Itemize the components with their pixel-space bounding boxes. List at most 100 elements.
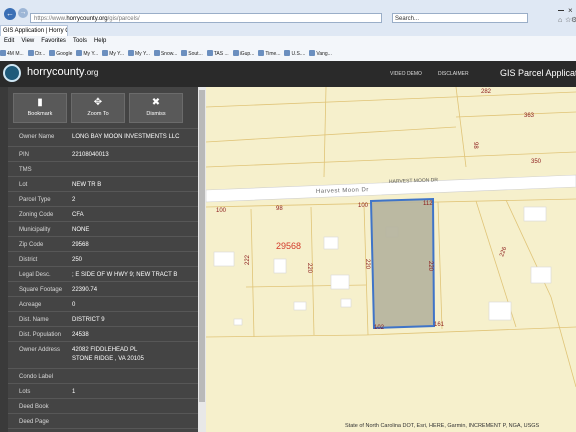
parcel-number-label: 350 [531,159,542,165]
parcel-number-label: 220 [364,259,370,270]
attribute-row: Zoning Code CFA [8,206,198,221]
favorite-item[interactable]: U.S.... [284,47,305,61]
map-attribution: State of North Carolina DOT, Esri, HERE,… [345,423,540,429]
attribute-row: Dist. Population 24538 [8,326,198,341]
attribute-key: Deed Book [19,404,49,410]
parcel-number-label: 102 [374,325,385,331]
parcel-number-label: 100 [358,203,369,209]
menu-bar: Edit View Favorites Tools Help [0,36,576,47]
attribute-row: PIN 22108040013 [8,146,198,161]
favorite-item[interactable]: Time... [258,47,280,61]
home-icon: ⌂ [558,17,562,24]
dismiss-button[interactable]: ✖ Dismiss [129,93,183,123]
zoom-to-label: Zoom To [87,111,109,117]
parcel-number-label: 98 [276,206,283,212]
attribute-row: Condo Label [8,368,198,383]
site-logo-text[interactable]: horrycounty.org [27,66,98,78]
attribute-row: Dist. Name DISTRICT 9 [8,311,198,326]
favorite-item[interactable]: Vang... [309,47,332,61]
attribute-key: Zip Code [19,242,44,248]
left-tool-strip [0,87,8,432]
disclaimer-link[interactable]: DISCLAIMER [438,71,469,77]
parcel-map[interactable]: Harvest Moon Dr HARVEST MOON DR 29568 28… [206,87,576,432]
attribute-row: Deed Page [8,413,198,428]
settings-gear-icon: ⚙ [571,16,576,24]
move-icon: ✥ [93,97,103,108]
attribute-value: 22108040013 [72,152,109,158]
attribute-key: Acreage [19,302,42,308]
selected-parcel [369,197,436,330]
attribute-row: Owner Name LONG BAY MOON INVESTMENTS LLC [8,128,198,146]
menu-favorites[interactable]: Favorites [41,38,66,44]
favorite-item[interactable]: Google [49,47,72,61]
url-path: /gis/parcels/ [107,16,140,22]
browser-search-input[interactable]: Search... [392,13,528,23]
favorite-item[interactable]: TAS ... [206,47,229,61]
attribute-table: Owner Name LONG BAY MOON INVESTMENTS LLC P… [8,128,198,432]
menu-view[interactable]: View [21,38,34,44]
favorite-item[interactable]: My Y... [76,47,98,61]
menu-edit[interactable]: Edit [4,38,14,44]
favorite-item[interactable]: Sout... [181,47,203,61]
attribute-value: 1 [72,389,76,395]
favorite-item[interactable]: iGup... [232,47,254,61]
parcel-number-label: 220 [306,263,312,274]
panel-scrollbar-thumb[interactable] [199,90,205,402]
favorite-item[interactable]: Ctr... [27,47,45,61]
favorite-item[interactable]: My Y... [102,47,124,61]
attribute-key: Condo Label [19,374,54,380]
parcel-number-label: 363 [524,113,535,119]
attribute-row: Municipality NONE [8,221,198,236]
menu-help[interactable]: Help [94,38,106,44]
attribute-row: Square Footage 22390.74 [8,281,198,296]
bookmark-label: Bookmark [27,111,53,117]
attribute-key: Square Footage [19,287,63,293]
attribute-value: NONE [72,227,90,233]
attribute-key: Owner Name [19,134,55,140]
attribute-value: ; E SIDE OF W HWY 9; NEW TRACT B [72,272,178,278]
logo-name: horrycounty [27,66,85,78]
attribute-value: CFA [72,212,84,218]
attribute-row: Deed Book [8,398,198,413]
app-title: GIS Parcel Application [500,68,576,78]
attribute-key: TMS [19,167,32,173]
attribute-row: TMS [8,161,198,176]
parcel-number-label: 100 [216,208,227,214]
tab-gis-application[interactable]: GIS Application | Horry Cou... [0,25,68,36]
attribute-row: District 250 [8,251,198,266]
forward-arrow-icon[interactable]: → [18,8,28,18]
attribute-row: Legal Desc. ; E SIDE OF W HWY 9; NEW TRAC… [8,266,198,281]
attribute-value: 250 [72,257,83,263]
url-field[interactable]: https://www.horrycounty.org/gis/parcels/ [30,13,382,23]
attribute-key: Municipality [19,227,51,233]
attribute-value: NEW TR B [72,182,102,188]
attribute-row: Lot NEW TR B [8,176,198,191]
attribute-value: LONG BAY MOON INVESTMENTS LLC [72,134,180,140]
window-controls: × ⌂ ☆ ⚙ [528,0,576,24]
logo-suffix: .org [84,68,99,77]
bookmark-button[interactable]: ▮ Bookmark [13,93,67,123]
favorite-item[interactable]: 4M M... [0,47,24,61]
parcel-number-label: 220 [427,261,433,272]
attribute-value: 42082 FIDDLEHEAD PL [72,347,138,353]
parcel-info-panel: ▮ Bookmark ✥ Zoom To ✖ Dismiss Owner Nam… [8,87,198,432]
menu-tools[interactable]: Tools [73,38,87,44]
attribute-key: Lot [19,182,28,188]
back-arrow-icon[interactable]: ← [4,8,16,20]
attribute-key: PIN [19,152,30,158]
favorite-item[interactable]: My Y... [128,47,150,61]
zoom-to-button[interactable]: ✥ Zoom To [71,93,125,123]
dismiss-label: Dismiss [146,111,166,117]
favorite-item[interactable]: Snow... [153,47,177,61]
video-demo-link[interactable]: VIDEO DEMO [390,71,422,77]
url-host: horrycounty.org [66,16,108,22]
attribute-key: Zoning Code [19,212,54,218]
close-window-icon: × [568,6,573,15]
attribute-key: District [19,257,38,263]
attribute-key: Deed Page [19,419,50,425]
close-icon: ✖ [151,97,161,108]
favorites-bar: 4M M... Ctr... Google My Y... My Y... My Y...… [0,47,576,62]
attribute-key: Dist. Population [19,332,62,338]
parcel-number-label: 161 [434,322,445,328]
county-logo-icon[interactable] [3,64,21,82]
